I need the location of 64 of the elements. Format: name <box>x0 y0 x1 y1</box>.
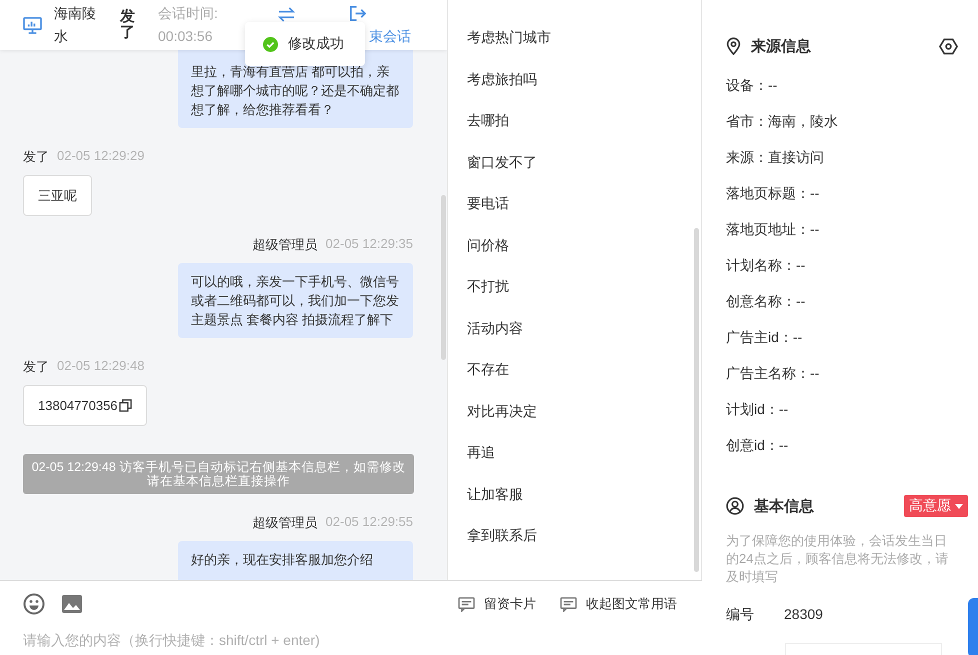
info-field: 广告主id：-- <box>726 330 958 366</box>
sender-name: 超级管理员 <box>252 236 318 254</box>
settings-icon[interactable] <box>939 38 958 54</box>
check-icon <box>263 36 278 52</box>
image-icon[interactable] <box>61 594 83 614</box>
quick-reply-item[interactable]: 考虑热门城市 <box>448 27 701 68</box>
emoji-icon[interactable] <box>23 593 45 615</box>
comment-icon <box>458 596 475 612</box>
sender-name: 超级管理员 <box>252 514 318 532</box>
notice-text: 为了保障您的使用体验，会话发生当日的24点之后，顾客信息将无法修改，请及时填写 <box>726 532 950 586</box>
quick-reply-item[interactable]: 让加客服 <box>448 484 701 525</box>
quick-reply-item[interactable]: 去哪拍 <box>448 110 701 152</box>
copy-icon[interactable] <box>118 399 132 412</box>
caret-icon <box>955 504 963 508</box>
quick-reply-item[interactable]: 要电话 <box>448 193 701 234</box>
quick-reply-item[interactable]: 不存在 <box>448 359 701 400</box>
user-icon <box>726 497 744 515</box>
quick-reply-item[interactable]: 问价格 <box>448 234 701 276</box>
message-time: 02-05 12:29:55 <box>326 514 413 531</box>
info-field: 来源：直接访问 <box>726 150 958 186</box>
quick-reply-item[interactable]: 对比再决定 <box>448 400 701 442</box>
info-field: 计划名称：-- <box>726 258 958 294</box>
info-field: 省市：海南，陵水 <box>726 114 958 150</box>
comment-icon <box>560 596 577 612</box>
section-title: 来源信息 <box>751 36 811 56</box>
system-notice: 02-05 12:29:48 访客手机号已自动标记右侧基本信息栏，如需修改请在基本信息栏直接操作 <box>23 454 414 494</box>
quick-reply-item[interactable]: 考虑旅拍吗 <box>448 68 701 110</box>
last-message: 发了 <box>120 9 136 41</box>
toolbar-button[interactable]: 收起图文常用语 <box>560 595 677 613</box>
quick-reply-item[interactable]: 不打扰 <box>448 276 701 318</box>
message-input[interactable]: 请输入您的内容（换行快捷键：shift/ctrl + enter) <box>23 632 423 648</box>
exit-icon[interactable] <box>349 4 366 22</box>
message-bubble: 三亚呢 <box>23 175 92 216</box>
session-time-label: 会话时间: <box>158 4 219 23</box>
visitor-name: 海南陵水 <box>54 4 97 46</box>
quick-reply-item[interactable]: 拿到联系后 <box>448 525 701 566</box>
message-bubble: 可以的哦，亲发一下手机号、微信号或者二维码都可以，我们加一下您发主题景点 套餐内容 拍摄流程了解下 <box>178 263 413 338</box>
toast-message: 修改成功 <box>288 35 344 53</box>
info-field: 创意id：-- <box>726 438 958 474</box>
intent-tag-dropdown[interactable]: 高意愿 <box>904 495 968 517</box>
message-bubble: 好的亲，现在安排客服加您介绍 <box>178 541 413 580</box>
info-field: 落地页标题：-- <box>726 186 958 222</box>
sender-name: 发了 <box>23 148 49 166</box>
swap-icon[interactable] <box>277 6 296 22</box>
info-field: 创意名称：-- <box>726 294 958 330</box>
message-time: 02-05 12:29:29 <box>57 148 144 165</box>
quick-reply-item[interactable]: 活动内容 <box>448 318 701 359</box>
message-time: 02-05 12:29:35 <box>326 236 413 253</box>
monitor-icon <box>23 16 42 34</box>
info-field: 设备：-- <box>726 78 958 114</box>
info-field: 落地页地址：-- <box>726 222 958 258</box>
section-title: 基本信息 <box>754 496 814 516</box>
message-time: 02-05 12:29:48 <box>57 358 144 375</box>
location-pin-icon <box>726 37 741 55</box>
info-field: 广告主名称：-- <box>726 366 958 402</box>
quick-reply-item[interactable]: 窗口发不了 <box>448 152 701 193</box>
quick-reply-item[interactable]: 再追 <box>448 442 701 484</box>
info-field: 计划id：-- <box>726 402 958 438</box>
toolbar-button[interactable]: 留资卡片 <box>458 595 536 613</box>
sender-name: 发了 <box>23 358 49 376</box>
field-value: 28309 <box>784 606 823 624</box>
message-bubble: 13804770356 <box>23 385 147 426</box>
field-label: 编号 <box>726 606 755 624</box>
session-time: 00:03:56 <box>158 27 214 46</box>
